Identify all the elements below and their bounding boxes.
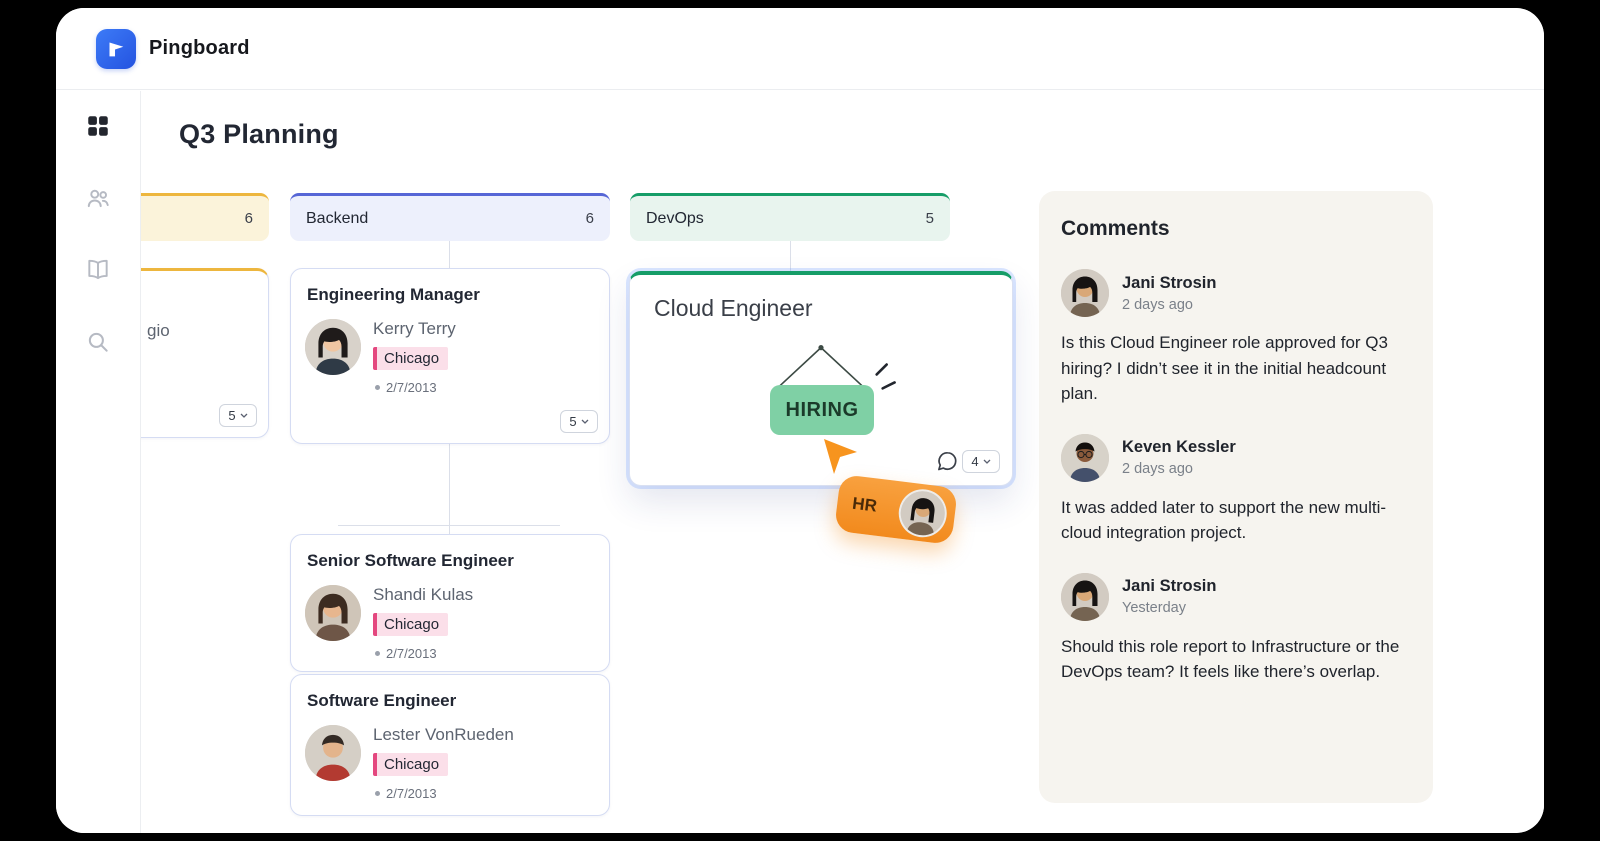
comments-panel: Comments Jani Strosin 2 days ago bbox=[1039, 191, 1433, 803]
reports-count-dropdown[interactable]: 5 bbox=[560, 410, 598, 433]
comment-body: It was added later to support the new mu… bbox=[1061, 495, 1411, 546]
page-title: Q3 Planning bbox=[179, 119, 339, 150]
date-dot-icon bbox=[375, 791, 380, 796]
role-card-senior-software-engineer[interactable]: Senior Software Engineer Shandi Kulas Ch… bbox=[290, 534, 610, 672]
chevron-down-icon bbox=[983, 459, 991, 464]
start-date: 2/7/2013 bbox=[375, 380, 437, 395]
role-card-cloud-engineer[interactable]: Cloud Engineer HIRING 4 bbox=[629, 271, 1013, 486]
connector-line bbox=[449, 525, 450, 534]
hr-avatar bbox=[896, 487, 949, 540]
comment-author: Jani Strosin bbox=[1122, 274, 1216, 293]
person-name: Kerry Terry bbox=[373, 319, 456, 339]
reports-count-dropdown[interactable]: 5 bbox=[219, 404, 257, 427]
start-date: 2/7/2013 bbox=[375, 646, 437, 661]
comments-count-dropdown[interactable]: 4 bbox=[962, 450, 1000, 473]
group-count: 6 bbox=[586, 210, 594, 227]
avatar bbox=[1061, 434, 1109, 482]
group-header-left[interactable]: 6 bbox=[141, 193, 269, 241]
location-tag: Chicago bbox=[373, 347, 448, 370]
connector-line bbox=[790, 241, 791, 271]
role-card-partial[interactable]: gio 5 bbox=[141, 268, 269, 438]
hiring-badge: HIRING bbox=[770, 385, 874, 435]
avatar bbox=[305, 725, 361, 781]
comment-body: Should this role report to Infrastructur… bbox=[1061, 634, 1411, 685]
group-count: 5 bbox=[926, 210, 934, 227]
person-name: gio bbox=[147, 321, 170, 341]
chevron-down-icon bbox=[240, 413, 248, 418]
person-name: Lester VonRueden bbox=[373, 725, 514, 745]
chevron-down-icon bbox=[581, 419, 589, 424]
role-card-software-engineer[interactable]: Software Engineer Lester VonRueden Chica… bbox=[290, 674, 610, 816]
group-header-backend[interactable]: Backend 6 bbox=[290, 193, 610, 241]
comments-title: Comments bbox=[1061, 217, 1411, 241]
connector-line bbox=[449, 241, 450, 268]
role-title: Engineering Manager bbox=[307, 285, 480, 305]
avatar bbox=[305, 319, 361, 375]
hr-label: HR bbox=[851, 494, 878, 517]
app-name: Pingboard bbox=[149, 37, 250, 60]
avatar bbox=[1061, 573, 1109, 621]
group-count: 6 bbox=[245, 210, 253, 227]
role-card-engineering-manager[interactable]: Engineering Manager Kerry Terry Chicago … bbox=[290, 268, 610, 444]
comment-item: Keven Kessler 2 days ago It was added la… bbox=[1061, 434, 1411, 546]
date-dot-icon bbox=[375, 385, 380, 390]
connector-line bbox=[449, 444, 450, 525]
role-title: Senior Software Engineer bbox=[307, 551, 514, 571]
comment-author: Keven Kessler bbox=[1122, 438, 1236, 457]
location-tag: Chicago bbox=[373, 753, 448, 776]
comment-bubble-icon[interactable] bbox=[936, 450, 958, 472]
org-chart-canvas: Q3 Planning 6 Backend 6 DevOps 5 gio 5 bbox=[141, 91, 1544, 833]
comment-author: Jani Strosin bbox=[1122, 577, 1216, 596]
group-header-devops[interactable]: DevOps 5 bbox=[630, 193, 950, 241]
dashboard-grid-icon[interactable] bbox=[85, 113, 111, 139]
app-window: Pingboard bbox=[56, 8, 1544, 833]
avatar bbox=[305, 585, 361, 641]
role-title: Software Engineer bbox=[307, 691, 456, 711]
comment-item: Jani Strosin Yesterday Should this role … bbox=[1061, 573, 1411, 685]
search-icon[interactable] bbox=[85, 329, 111, 355]
start-date: 2/7/2013 bbox=[375, 786, 437, 801]
location-tag: Chicago bbox=[373, 613, 448, 636]
comment-time: 2 days ago bbox=[1122, 297, 1216, 313]
comment-time: Yesterday bbox=[1122, 600, 1216, 616]
sidebar bbox=[56, 91, 141, 833]
comment-body: Is this Cloud Engineer role approved for… bbox=[1061, 330, 1411, 407]
person-name: Shandi Kulas bbox=[373, 585, 473, 605]
comment-time: 2 days ago bbox=[1122, 461, 1236, 477]
pingboard-logo-icon bbox=[96, 29, 136, 69]
comment-item: Jani Strosin 2 days ago Is this Cloud En… bbox=[1061, 269, 1411, 407]
directory-book-icon[interactable] bbox=[85, 257, 111, 283]
date-dot-icon bbox=[375, 651, 380, 656]
group-label: Backend bbox=[306, 210, 368, 228]
top-bar: Pingboard bbox=[56, 8, 1544, 90]
group-label: DevOps bbox=[646, 210, 704, 228]
avatar bbox=[1061, 269, 1109, 317]
people-icon[interactable] bbox=[85, 185, 111, 211]
role-title: Cloud Engineer bbox=[654, 295, 813, 322]
